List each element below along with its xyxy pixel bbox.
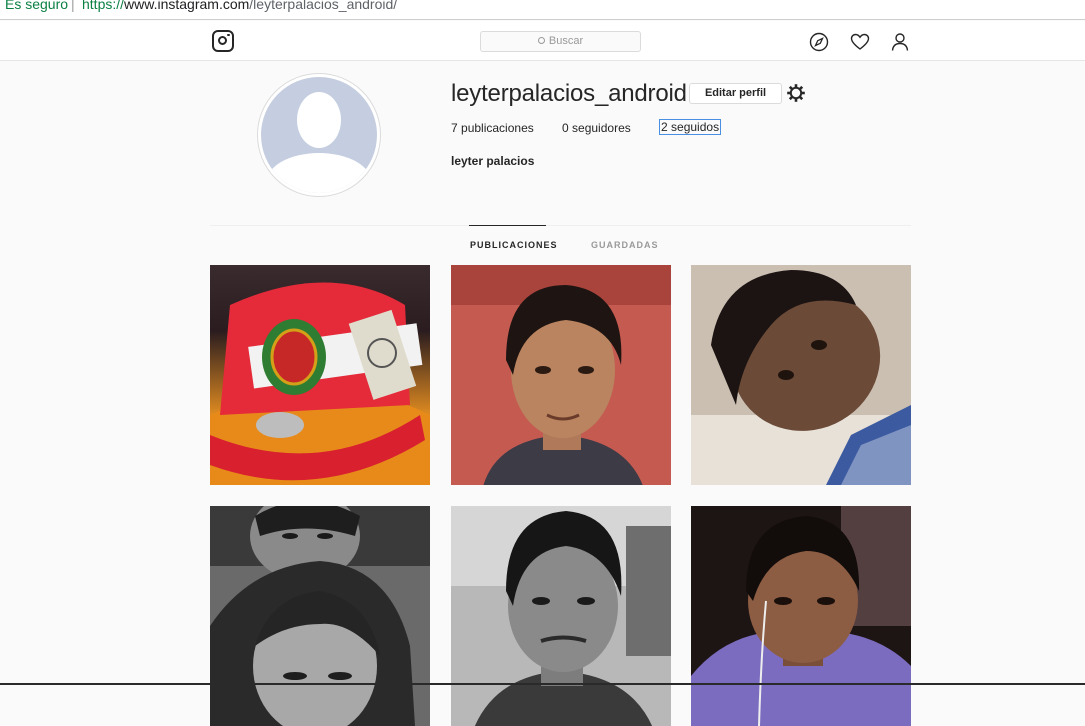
tab-posts[interactable]: PUBLICACIONES: [470, 240, 558, 250]
heart-icon[interactable]: [850, 32, 870, 52]
url-scheme: https://: [82, 0, 125, 12]
post-image: [691, 506, 911, 726]
gear-icon[interactable]: [786, 83, 806, 103]
post-thumbnail[interactable]: [691, 265, 911, 485]
post-thumbnail[interactable]: [451, 265, 671, 485]
post-thumbnail[interactable]: [210, 265, 430, 485]
search-icon: [537, 37, 545, 44]
tab-saved[interactable]: GUARDADAS: [591, 240, 659, 250]
profile-full-name: leyter palacios: [451, 154, 535, 168]
post-image: [210, 282, 430, 485]
search-placeholder: Buscar: [548, 35, 584, 47]
top-navigation: Buscar: [0, 21, 1085, 61]
following-link[interactable]: 2 seguidos: [659, 119, 722, 135]
followers-link[interactable]: 0 seguidores: [562, 121, 631, 135]
post-thumbnail[interactable]: [210, 506, 430, 726]
default-avatar-icon: [261, 77, 377, 193]
url-text[interactable]: https://www.instagram.com/leyterpalacios…: [82, 0, 398, 12]
browser-address-bar[interactable]: Es seguro | https://www.instagram.com/le…: [0, 0, 1085, 20]
post-image: [451, 265, 671, 485]
avatar[interactable]: [257, 73, 381, 197]
edit-profile-button[interactable]: Editar perfil: [689, 83, 782, 104]
post-thumbnail[interactable]: [451, 506, 671, 726]
secure-indicator: Es seguro: [5, 0, 69, 12]
search-input[interactable]: Buscar: [480, 31, 641, 52]
active-tab-indicator: [469, 225, 546, 226]
compass-icon[interactable]: [809, 32, 829, 52]
tabs-divider: [210, 225, 911, 226]
url-path: /leyterpalacios_android/: [249, 0, 398, 12]
post-image: [691, 265, 911, 485]
post-thumbnail[interactable]: [691, 506, 911, 726]
profile-username: leyterpalacios_android: [451, 80, 687, 107]
post-image: [210, 506, 430, 726]
user-icon[interactable]: [890, 32, 910, 52]
instagram-logo-icon[interactable]: [212, 30, 234, 52]
url-separator: |: [71, 0, 75, 12]
posts-count: 7 publicaciones: [451, 121, 534, 135]
url-host: www.instagram.com: [124, 0, 250, 12]
post-image: [451, 506, 671, 726]
